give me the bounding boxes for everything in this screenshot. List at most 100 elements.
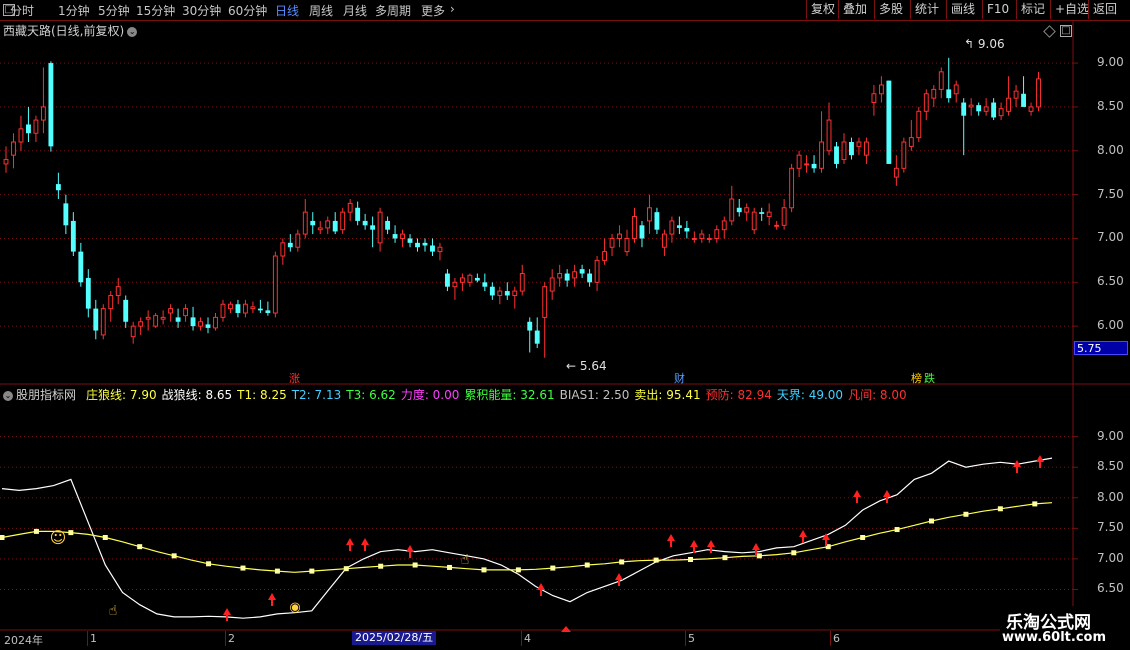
arrow-shaft [710,547,712,553]
signal-dot [309,568,315,574]
candle-body [774,224,780,227]
candle-body [482,282,488,287]
candle [257,299,263,313]
candle-body [332,220,338,232]
event-badge-finance[interactable]: 财 [673,370,686,386]
candle [504,282,510,300]
candle-body [549,277,555,292]
buy-arrow-icon [1013,460,1021,473]
candle [759,207,765,221]
ind-y-tick-5: 6.50 [1097,581,1124,596]
candle [998,102,1004,121]
candle-body [220,303,226,318]
candle [647,194,652,235]
buy-arrow-icon [268,593,276,606]
candle-body [624,237,630,253]
candle-body [168,308,174,314]
candle [834,142,839,169]
candle [497,286,503,305]
candle [789,163,795,213]
candle [123,295,129,328]
candle [183,304,188,322]
watermark-url: www.60lt.com [1002,630,1107,645]
candles [3,57,1041,358]
candle [452,277,458,300]
candle [609,234,615,256]
candle-body [213,316,218,329]
candle-body [295,233,301,248]
candle [145,310,151,331]
candle [804,155,810,173]
event-badge-fall[interactable]: 跌 [923,370,936,386]
arrow-shaft [409,552,411,558]
candle-body [430,245,435,252]
arrow-head [883,490,891,497]
candle-body [452,281,458,288]
candle-body [519,273,525,292]
indicator-values: 庄狼线: 7.90 战狼线: 8.65 T1: 8.25 T2: 7.13 T3: 6.… [81,388,907,402]
chart-canvas: ☺ ☝ ☝ ◉ [0,20,1130,632]
candle-body [744,207,750,213]
candle [624,229,630,256]
candle [295,229,301,252]
signal-dot [447,564,453,570]
candle-body [504,291,510,296]
candle [190,306,196,331]
candle [864,137,869,164]
candle-body [706,237,712,240]
candle-body [33,119,39,134]
arrow-head [707,540,715,547]
signal-dot [894,527,900,533]
signal-dot [1032,501,1038,507]
arrow-shaft [755,550,757,556]
candle-body [1006,97,1012,112]
candle-body [796,154,802,169]
candle-body [138,321,144,327]
candle [422,238,428,252]
candle [1006,76,1012,116]
candle-body [789,167,795,209]
candle-body [564,273,570,281]
indicator-title-bar[interactable]: ⌄ 股朋指标网 庄狼线: 7.90 战狼线: 8.65 T1: 8.25 T2: 7.13… [3,386,912,403]
candle [325,216,331,235]
arrow-shaft [1016,467,1018,473]
ind-y-tick-1: 8.50 [1097,459,1124,474]
event-badge-ranking[interactable]: 榜 [910,370,923,386]
signal-dot [102,535,108,540]
candle [781,199,787,230]
date-label-4: 5 [688,632,695,645]
candle-body [317,227,323,231]
candle-body [78,251,84,283]
candle [175,308,181,328]
buy-arrow-icon [822,533,830,546]
candle-body [654,212,660,230]
arrow-head [361,538,369,545]
candle [1021,76,1026,107]
indicator-field-8: 卖出: 95.41 [634,388,701,402]
arrow-head [1036,455,1044,462]
candle [512,286,518,309]
hand-pointer-icon: ☝ [109,603,118,619]
candle-body [265,310,271,313]
arrow-shaft [670,541,672,547]
candle-body [998,108,1004,117]
candle [317,220,323,235]
candle [549,269,555,300]
candle [534,317,540,349]
chevron-down-icon[interactable]: ⌄ [3,390,13,401]
indicator-name: 股朋指标网 [16,388,77,402]
candle-body [302,211,308,235]
candle-body [669,220,675,235]
candle-body [946,89,952,99]
indicator-lines: ☺ ☝ ☝ ◉ [0,455,1053,632]
candle-body [1021,93,1026,107]
candle-body [841,141,847,161]
candle-body [594,259,600,283]
candle-body [781,207,787,226]
candle [849,137,854,160]
candle-body [721,220,727,231]
event-badge-rise[interactable]: 涨 [288,370,301,386]
candle-body [1013,90,1019,99]
candle-body [115,286,121,296]
candle-body [751,211,757,231]
